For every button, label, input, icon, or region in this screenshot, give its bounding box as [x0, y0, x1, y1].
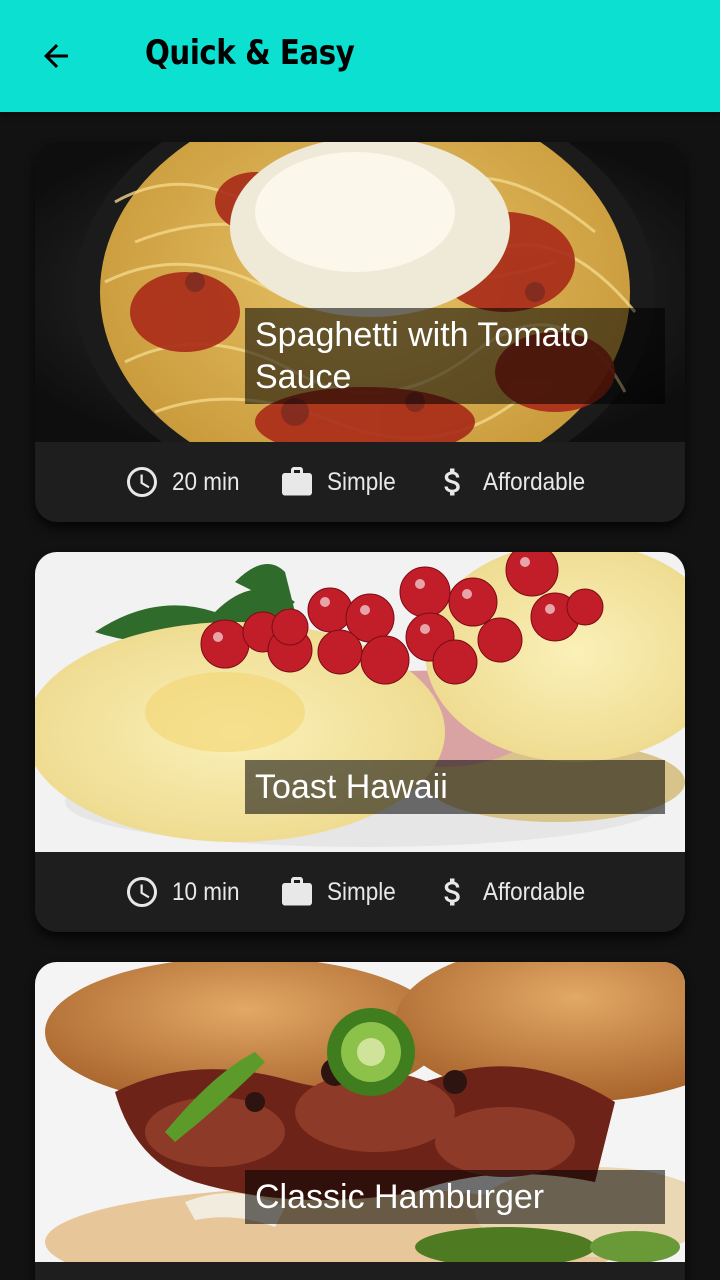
schedule-icon: [126, 467, 157, 497]
meal-meta-row: 20 min Simple Affordable: [35, 442, 685, 522]
meal-card-hamburger[interactable]: Classic Hamburger: [35, 962, 685, 1280]
affordability-info: Affordable: [435, 464, 597, 500]
hamburger-photo: Classic Hamburger: [35, 962, 685, 1262]
meal-title: Classic Hamburger: [245, 1170, 665, 1224]
complexity-info: Simple: [279, 874, 403, 910]
meal-list[interactable]: Spaghetti with Tomato Sauce 20 min Simpl…: [0, 112, 720, 1280]
toast-hawaii-photo: Toast Hawaii: [35, 552, 685, 852]
duration-info: 10 min: [124, 874, 247, 910]
back-button[interactable]: [24, 32, 88, 80]
meal-card-toast-hawaii[interactable]: Toast Hawaii 10 min Simple Affordable: [35, 552, 685, 932]
meal-card-spaghetti[interactable]: Spaghetti with Tomato Sauce 20 min Simpl…: [35, 142, 685, 522]
meal-meta-row: 10 min Simple Affordable: [35, 852, 685, 932]
complexity-info: Simple: [279, 464, 403, 500]
arrow-back-icon: [44, 44, 68, 68]
schedule-icon: [126, 877, 157, 907]
page-title: Quick & Easy: [145, 33, 355, 73]
meal-title: Toast Hawaii: [245, 760, 665, 814]
duration-text: 10 min: [171, 877, 240, 906]
meal-title: Spaghetti with Tomato Sauce: [245, 308, 665, 404]
attach-money-icon: [444, 878, 460, 906]
duration-text: 20 min: [171, 467, 240, 496]
spaghetti-photo: Spaghetti with Tomato Sauce: [35, 142, 685, 442]
affordability-text: Affordable: [482, 877, 586, 906]
attach-money-icon: [444, 468, 460, 496]
app-bar: Quick & Easy: [0, 0, 720, 112]
affordability-info: Affordable: [435, 874, 597, 910]
work-icon: [281, 467, 312, 496]
duration-info: 20 min: [124, 464, 247, 500]
complexity-text: Simple: [326, 467, 396, 496]
work-icon: [281, 877, 312, 906]
complexity-text: Simple: [326, 877, 396, 906]
affordability-text: Affordable: [482, 467, 586, 496]
